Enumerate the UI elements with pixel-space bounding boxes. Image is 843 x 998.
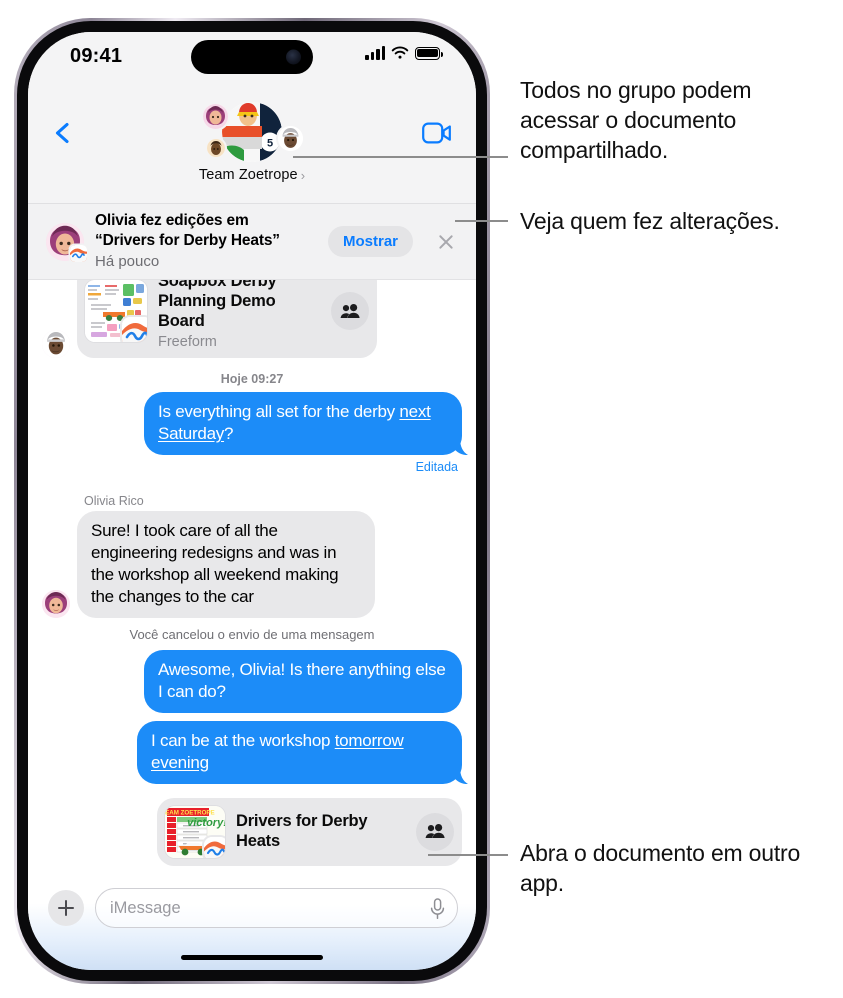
phone-bezel: 09:41 5 Team Zoetrope › Soapbox Derby Pl… (17, 21, 487, 981)
bubble-tail-icon-2 (452, 766, 468, 784)
plus-icon[interactable] (48, 890, 84, 926)
message-row-incoming-1: Sure! I took care of all the engineering… (42, 511, 462, 618)
message-thread[interactable]: Soapbox Derby Planning Demo Board Freefo… (28, 204, 476, 878)
group-name-label: Team Zoetrope (198, 167, 298, 183)
freeform-app-badge-icon-2 (204, 836, 225, 858)
shared-doc-meta-bottom: Drivers for Derby Heats (236, 812, 405, 852)
group-memoji-avatar: 5 (222, 102, 282, 162)
derby-heats-document-thumbnail: TEAM ZOETROPE victory! (165, 805, 225, 858)
message-sender-name: Olivia Rico (84, 494, 144, 509)
callout-leader-3 (428, 854, 508, 856)
home-indicator (181, 955, 323, 960)
svg-text:TEAM ZOETROPE: TEAM ZOETROPE (165, 809, 215, 816)
member-avatar-1 (203, 104, 228, 129)
message-text-plain: Is everything all set for the derby (158, 402, 400, 422)
video-camera-icon[interactable] (422, 122, 452, 144)
system-note-unsent: Você cancelou o envio de uma mensagem (129, 626, 375, 642)
phone-screen: 09:41 5 Team Zoetrope › Soapbox Derby Pl… (28, 32, 476, 970)
banner-line-2: “Drivers for Derby Heats” (95, 232, 280, 250)
cellular-bars-icon (365, 46, 385, 60)
teammate-memoji-avatar (42, 330, 70, 359)
banner-avatar (46, 222, 87, 262)
bubble-tail-icon (452, 438, 468, 456)
shared-doc-subtitle: Freeform (158, 334, 217, 351)
wifi-icon (391, 46, 409, 59)
freeform-board-thumbnail (85, 280, 147, 343)
svg-text:5: 5 (267, 138, 273, 150)
chevron-right-icon: › (300, 167, 306, 183)
shared-doc-title-bottom: Drivers for Derby Heats (236, 811, 368, 850)
message-row-shared-doc-bottom: TEAM ZOETROPE victory! Drivers for Derby… (42, 797, 462, 866)
callout-2-text: Veja quem fez alterações. (520, 208, 780, 234)
shared-document-card-bottom[interactable]: TEAM ZOETROPE victory! Drivers for Derby… (157, 797, 462, 866)
message-bubble-incoming-1[interactable]: Sure! I took care of all the engineering… (77, 511, 375, 618)
day-timestamp: Hoje 09:27 (220, 372, 284, 387)
front-camera-icon (286, 49, 301, 65)
message-text-plain-2: I can be at the workshop (151, 730, 335, 750)
banner-text: Olivia fez edições em “Drivers for Derby… (95, 211, 317, 271)
callout-leader-2 (455, 220, 508, 222)
document-edit-banner[interactable]: Olivia fez edições em “Drivers for Derby… (28, 204, 476, 280)
message-input[interactable] (110, 898, 443, 918)
message-bubble-outgoing-3[interactable]: I can be at the workshop tomorrow evenin… (137, 720, 468, 784)
freeform-app-badge-icon (122, 317, 147, 343)
message-text-tail: ? (224, 424, 234, 444)
close-x-icon[interactable] (430, 226, 462, 258)
message-bubble-outgoing-1[interactable]: Is everything all set for the derby next… (144, 392, 468, 456)
status-indicators (365, 46, 443, 60)
freeform-app-badge-icon-3 (70, 244, 87, 262)
back-chevron-icon[interactable] (52, 122, 74, 144)
callout-1-text: Todos no grupo podem acessar o documento… (520, 77, 752, 163)
callout-1: Todos no grupo podem acessar o documento… (520, 76, 835, 166)
olivia-memoji-avatar (42, 589, 70, 618)
status-clock: 09:41 (70, 45, 123, 67)
shared-doc-title: Soapbox Derby Planning Demo Board (158, 272, 277, 330)
member-avatar-2 (207, 139, 225, 157)
group-name[interactable]: Team Zoetrope › (199, 167, 305, 183)
microphone-icon[interactable] (430, 898, 445, 920)
group-header[interactable]: 5 Team Zoetrope › (167, 100, 337, 184)
banner-timestamp: Há pouco (95, 253, 160, 271)
show-button[interactable]: Mostrar (327, 226, 413, 257)
message-row-outgoing-3: I can be at the workshop tomorrow evenin… (42, 720, 468, 784)
message-row-outgoing-2: Awesome, Olivia! Is there anything else … (42, 649, 462, 713)
svg-text:victory!: victory! (187, 817, 225, 829)
status-bar: 09:41 (28, 32, 476, 86)
banner-line-1: Olivia fez edições em (95, 212, 249, 230)
people-two-icon-2[interactable] (416, 812, 454, 851)
message-row-outgoing-1: Is everything all set for the derby next… (42, 392, 468, 456)
callout-3: Abra o documento em outro app. (520, 839, 820, 899)
edited-label[interactable]: Editada (42, 460, 462, 474)
callout-3-text: Abra o documento em outro app. (520, 840, 801, 896)
message-field-wrap[interactable] (95, 888, 458, 928)
people-two-icon[interactable] (331, 292, 369, 331)
battery-full-icon (415, 46, 443, 60)
callout-2: Veja quem fez alterações. (520, 207, 820, 237)
screenshot-stage: 09:41 5 Team Zoetrope › Soapbox Derby Pl… (0, 0, 843, 998)
message-bubble-outgoing-2[interactable]: Awesome, Olivia! Is there anything else … (144, 649, 462, 713)
phone-frame: 09:41 5 Team Zoetrope › Soapbox Derby Pl… (14, 18, 490, 984)
shared-doc-meta-top: Soapbox Derby Planning Demo Board Freefo… (158, 272, 320, 350)
callout-leader-1 (293, 156, 508, 158)
member-avatar-3 (278, 126, 303, 151)
nav-bar: 5 Team Zoetrope › (28, 86, 476, 204)
dynamic-island (191, 40, 313, 74)
